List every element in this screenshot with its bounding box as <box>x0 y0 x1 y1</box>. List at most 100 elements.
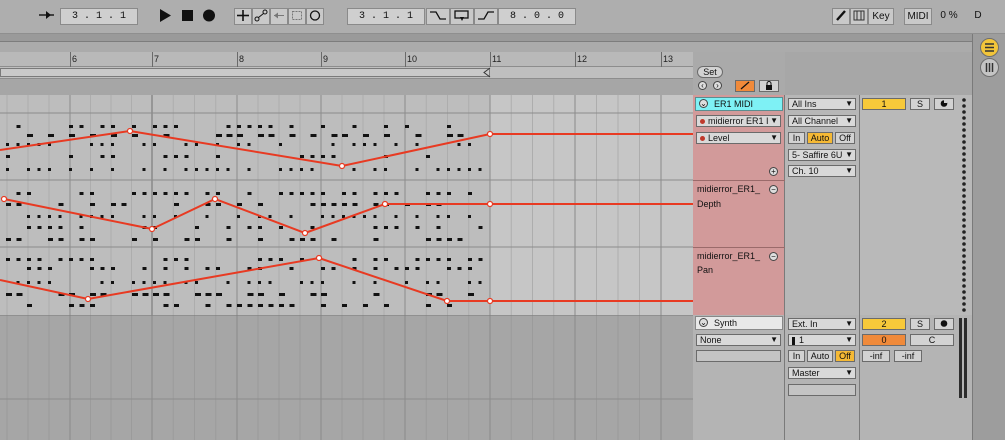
send-a-field[interactable]: -inf <box>862 350 890 362</box>
lane-2-parameter-label[interactable]: Depth <box>697 199 721 209</box>
monitor-in-button[interactable]: In <box>788 132 805 144</box>
meter-led <box>962 224 966 228</box>
follow-arrow-icon[interactable] <box>36 8 58 25</box>
midi-note <box>331 238 337 241</box>
loop-end-marker-icon[interactable] <box>482 67 492 78</box>
track-1-arrangement-lanes[interactable] <box>0 95 693 315</box>
song-position-display[interactable]: 3 . 1 . 1 <box>60 8 138 25</box>
track-1-parameter-chooser[interactable]: Level ▼ <box>696 132 781 144</box>
remove-lane-minus-icon[interactable]: − <box>769 185 778 194</box>
track-2-pan-field[interactable]: C <box>910 334 954 346</box>
loop-start-display[interactable]: 3 . 1 . 1 <box>347 8 425 25</box>
arrow-right-icon[interactable]: › <box>713 81 722 90</box>
track-2-output-type[interactable]: Master ▼ <box>788 367 856 379</box>
track-1-solo-button[interactable]: S <box>910 98 930 110</box>
punch-in-icon[interactable] <box>426 8 450 25</box>
arm-record-icon[interactable] <box>934 318 954 330</box>
automation-arm-icon[interactable] <box>252 8 270 25</box>
track-2-parameter-chooser[interactable] <box>696 350 781 362</box>
midi-note <box>69 304 74 307</box>
midi-map-button[interactable]: MIDI <box>904 8 932 25</box>
midi-note <box>394 143 398 146</box>
play-icon[interactable] <box>156 8 174 25</box>
track-1-input-channel[interactable]: All Channel ▼ <box>788 115 856 127</box>
midi-note <box>27 281 30 284</box>
automation-breakpoint <box>486 130 494 138</box>
add-lane-plus-icon[interactable]: + <box>769 167 778 176</box>
remove-lane-minus-icon[interactable]: − <box>769 252 778 261</box>
monitor-in-button[interactable]: In <box>788 350 805 362</box>
track-2-solo-button[interactable]: S <box>910 318 930 330</box>
midi-note <box>373 238 379 241</box>
midi-note <box>184 267 189 270</box>
loop-brace-bar[interactable] <box>0 67 693 79</box>
loop-switch-icon[interactable] <box>450 8 474 25</box>
track-2-input-type[interactable]: Ext. In ▼ <box>788 318 856 330</box>
automation-lanes-canvas[interactable] <box>0 95 693 315</box>
loop-brace[interactable] <box>0 68 490 77</box>
track-1-device-chooser[interactable]: midierror ER1 I ▼ <box>696 115 781 127</box>
monitor-auto-button[interactable]: Auto <box>807 350 833 362</box>
track-1-input-type[interactable]: All Ins ▼ <box>788 98 856 110</box>
track-2-activator-button[interactable]: 2 <box>862 318 906 330</box>
track-1-title-bar[interactable]: ⌄ ER1 MIDI <box>695 97 783 111</box>
track-2-device-chooser[interactable]: None ▼ <box>696 334 781 346</box>
lock-icon[interactable] <box>759 80 779 92</box>
track-fold-chevron-icon[interactable]: ⌄ <box>699 318 708 327</box>
lane-3-parameter-label[interactable]: Pan <box>697 265 713 275</box>
pencil-icon[interactable] <box>832 8 850 25</box>
meter-led <box>962 116 966 120</box>
monitor-auto-button[interactable]: Auto <box>807 132 833 144</box>
loop-length-display[interactable]: 8 . 0 . 0 <box>498 8 576 25</box>
midi-note <box>90 203 95 206</box>
record-icon[interactable] <box>200 8 218 25</box>
arrow-left-icon[interactable]: ‹ <box>698 81 707 90</box>
monitor-off-button[interactable]: Off <box>835 350 855 362</box>
re-enable-automation-icon[interactable] <box>270 8 288 25</box>
midi-note <box>394 267 399 270</box>
arm-record-icon[interactable] <box>934 98 954 110</box>
track-2-volume-field[interactable]: 0 <box>862 334 906 346</box>
midi-note <box>279 293 285 296</box>
midi-note <box>310 203 316 206</box>
track-2-arrangement-lane[interactable] <box>0 315 693 440</box>
track-1-activator-button[interactable]: 1 <box>862 98 906 110</box>
midi-note <box>163 168 167 171</box>
track-2-output-channel[interactable] <box>788 384 856 396</box>
track-1-output-channel[interactable]: Ch. 10 ▼ <box>788 165 856 177</box>
scrub-area[interactable] <box>0 80 693 95</box>
key-map-mode-icon[interactable] <box>850 8 868 25</box>
track-1-output-type[interactable]: 5- Saffire 6U ▼ <box>788 149 856 161</box>
track-2-input-channel[interactable]: 1 ▼ <box>788 334 856 346</box>
track-2-title-bar[interactable]: ⌄ Synth <box>695 316 783 330</box>
midi-note <box>100 155 105 158</box>
beat-time-ruler[interactable]: 6 7 8 9 10 11 12 13 <box>0 52 693 67</box>
midi-note <box>174 125 178 128</box>
midi-note <box>153 293 159 296</box>
punch-out-icon[interactable] <box>474 8 498 25</box>
overview-strip[interactable] <box>0 42 972 52</box>
show-session-icon[interactable] <box>980 58 999 77</box>
track-2-name[interactable]: Synth <box>714 318 737 328</box>
automation-breakpoint <box>338 162 346 170</box>
midi-note <box>436 258 441 261</box>
track-1-name[interactable]: ER1 MIDI <box>714 99 753 109</box>
stop-icon[interactable] <box>178 8 196 25</box>
midi-note <box>174 192 178 195</box>
midi-note <box>90 293 96 296</box>
track-fold-chevron-icon[interactable]: ⌄ <box>699 99 708 108</box>
midi-note <box>247 168 251 171</box>
show-arrangement-icon[interactable] <box>980 38 999 57</box>
key-map-button[interactable]: Key <box>868 8 894 25</box>
send-b-field[interactable]: -inf <box>894 350 922 362</box>
monitor-off-button[interactable]: Off <box>835 132 855 144</box>
set-locator-button[interactable]: Set <box>697 66 723 78</box>
locator-icon[interactable] <box>735 80 755 92</box>
overdub-plus-icon[interactable] <box>234 8 252 25</box>
midi-note <box>6 238 11 241</box>
midi-note <box>58 215 62 218</box>
capture-icon[interactable] <box>288 8 306 25</box>
midi-note <box>352 143 356 146</box>
session-record-icon[interactable] <box>306 8 324 25</box>
bar-6-label: 6 <box>72 54 78 64</box>
